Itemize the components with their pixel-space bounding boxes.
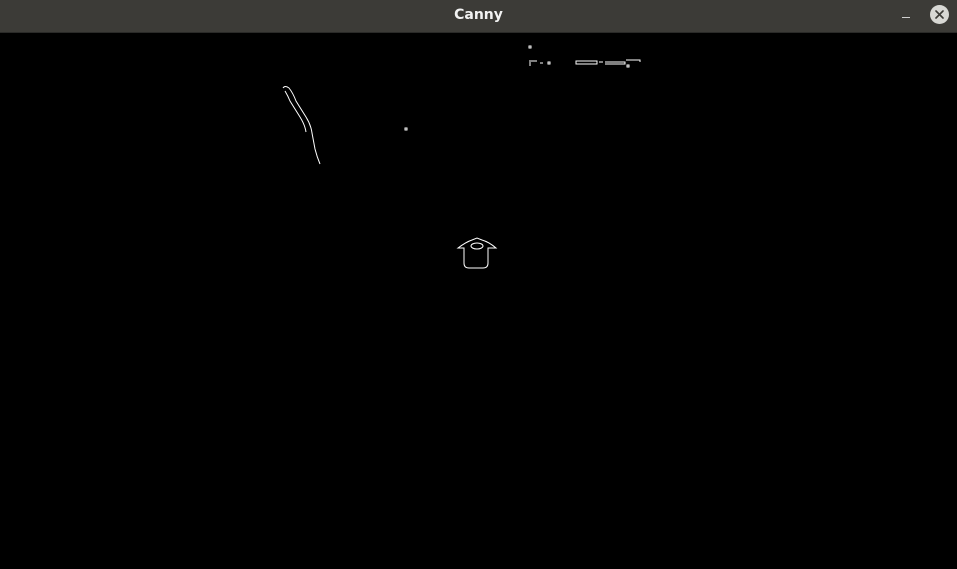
edge-fragment: [626, 64, 630, 68]
close-icon: [935, 10, 944, 19]
close-button[interactable]: [930, 5, 949, 24]
window-title: Canny: [454, 7, 503, 23]
minimize-button[interactable]: [894, 5, 918, 27]
center-shape-inner: [470, 242, 484, 250]
edge-fragment: [605, 61, 626, 65]
title-bar[interactable]: Canny: [0, 0, 957, 33]
edge-fragment: [529, 60, 543, 66]
edge-fragment: [528, 45, 532, 49]
app-window: Canny: [0, 0, 957, 569]
edge-fragment: [547, 61, 551, 65]
edge-dot: [404, 127, 408, 131]
edge-map: [282, 45, 641, 269]
image-canvas: [0, 33, 957, 569]
minimize-icon: [902, 17, 910, 18]
edge-fragment: [575, 60, 598, 65]
edge-fragment: [626, 59, 641, 62]
